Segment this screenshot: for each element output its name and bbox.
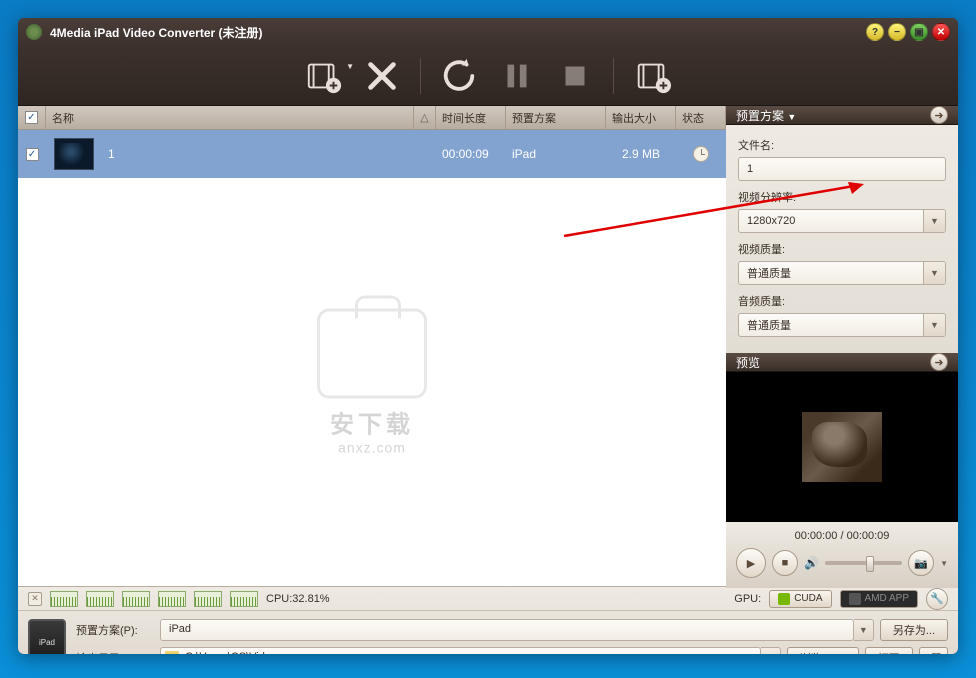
save-as-button[interactable]: 另存为...: [880, 619, 948, 641]
audio-quality-label: 音频质量:: [738, 293, 946, 309]
remove-button[interactable]: [362, 56, 402, 96]
bottom-area: ✕ CPU:32.81% GPU: CUDA AMD APP 🔧 iPad 预置…: [18, 586, 958, 654]
stop-preview-button[interactable]: ■: [772, 550, 798, 576]
play-button[interactable]: ▶: [736, 548, 766, 578]
row-duration: 00:00:09: [436, 147, 506, 161]
snapshot-button[interactable]: 📷: [908, 550, 934, 576]
preview-frame: [802, 412, 882, 482]
titlebar[interactable]: 4Media iPad Video Converter (未注册) ? − ▣ …: [18, 18, 958, 46]
gpu-settings-button[interactable]: 🔧: [926, 588, 948, 610]
cpu-graph: [230, 591, 258, 607]
preset-go-button[interactable]: ➜: [930, 106, 948, 124]
volume-icon[interactable]: 🔊: [804, 556, 819, 570]
gpu-label: GPU:: [734, 593, 761, 605]
row-preset: iPad: [506, 147, 606, 161]
preset-row-input[interactable]: iPad: [160, 619, 854, 641]
app-icon: [26, 24, 42, 40]
filename-input[interactable]: [738, 157, 946, 181]
chevron-down-icon[interactable]: ▼: [761, 647, 781, 654]
chevron-down-icon: ▼: [923, 314, 945, 336]
list-body[interactable]: 安下载 anxz.com: [18, 178, 726, 586]
list-header: ✓ 名称 △ 时间长度 预置方案 输出大小 状态: [18, 106, 726, 130]
stop-button[interactable]: [555, 56, 595, 96]
header-sort-icon[interactable]: △: [414, 106, 436, 129]
preview-area[interactable]: [726, 372, 958, 522]
convert-button[interactable]: [439, 56, 479, 96]
cpu-graph: [50, 591, 78, 607]
folder-icon: [165, 651, 179, 654]
header-name[interactable]: 名称: [46, 106, 414, 129]
cpu-row: ✕ CPU:32.81% GPU: CUDA AMD APP 🔧: [18, 587, 958, 611]
window-title: 4Media iPad Video Converter (未注册): [50, 24, 866, 41]
add-output-button[interactable]: [632, 56, 672, 96]
pause-button[interactable]: [497, 56, 537, 96]
cpu-close-icon[interactable]: ✕: [28, 592, 42, 606]
row-name: 1: [102, 147, 436, 161]
header-preset[interactable]: 预置方案: [506, 106, 606, 129]
export-button[interactable]: »🖫: [919, 647, 949, 654]
app-window: 4Media iPad Video Converter (未注册) ? − ▣ …: [18, 18, 958, 654]
add-file-button[interactable]: ▼: [304, 56, 344, 96]
pending-icon: [693, 146, 709, 162]
cpu-graph: [158, 591, 186, 607]
volume-slider[interactable]: [825, 561, 902, 565]
device-icon: iPad: [28, 619, 66, 654]
open-button[interactable]: 打开: [865, 647, 913, 654]
settings-row: iPad 预置方案(P): iPad ▼ 另存为... 输出目录(D): C:\…: [18, 611, 958, 654]
row-size: 2.9 MB: [606, 147, 676, 161]
row-checkbox[interactable]: ✓: [26, 148, 39, 161]
preset-panel-header[interactable]: 预置方案 ▼ ➜: [726, 106, 958, 125]
chevron-down-icon: ▼: [923, 262, 945, 284]
preview-go-button[interactable]: ➜: [930, 353, 948, 371]
right-pane: 预置方案 ▼ ➜ 文件名: 视频分辨率: 1280x720▼ 视频质量: 普通质…: [726, 106, 958, 586]
chevron-down-icon: ▼: [923, 210, 945, 232]
output-row-label: 输出目录(D):: [76, 650, 154, 654]
resolution-label: 视频分辨率:: [738, 189, 946, 205]
maximize-button[interactable]: ▣: [910, 23, 928, 41]
preview-panel-header[interactable]: 预览 ➜: [726, 353, 958, 372]
header-status[interactable]: 状态: [676, 106, 726, 129]
resolution-select[interactable]: 1280x720▼: [738, 209, 946, 233]
player-bar: 00:00:00 / 00:00:09 ▶ ■ 🔊 📷 ▼: [726, 522, 958, 588]
row-thumbnail: [54, 138, 94, 170]
watermark: 安下载 anxz.com: [317, 309, 427, 456]
cpu-label: CPU:32.81%: [266, 593, 330, 605]
output-path-input[interactable]: C:\Users\CS\Videos: [160, 647, 761, 654]
cpu-graph: [86, 591, 114, 607]
preset-panel-body: 文件名: 视频分辨率: 1280x720▼ 视频质量: 普通质量▼ 音频质量: …: [726, 125, 958, 353]
audio-quality-select[interactable]: 普通质量▼: [738, 313, 946, 337]
list-row[interactable]: ✓ 1 00:00:09 iPad 2.9 MB: [18, 130, 726, 178]
toolbar: ▼: [18, 46, 958, 106]
preset-row-label: 预置方案(P):: [76, 622, 154, 638]
header-check[interactable]: ✓: [18, 106, 46, 129]
header-duration[interactable]: 时间长度: [436, 106, 506, 129]
time-display: 00:00:00 / 00:00:09: [736, 530, 948, 542]
help-button[interactable]: ?: [866, 23, 884, 41]
file-list-pane: ✓ 名称 △ 时间长度 预置方案 输出大小 状态 ✓ 1 00:00:09 iP…: [18, 106, 726, 586]
snapshot-menu-icon[interactable]: ▼: [940, 559, 948, 568]
close-button[interactable]: ✕: [932, 23, 950, 41]
chevron-down-icon: ▼: [787, 112, 796, 122]
cpu-graph: [122, 591, 150, 607]
cuda-badge[interactable]: CUDA: [769, 590, 831, 608]
video-quality-label: 视频质量:: [738, 241, 946, 257]
cpu-graph: [194, 591, 222, 607]
header-size[interactable]: 输出大小: [606, 106, 676, 129]
minimize-button[interactable]: −: [888, 23, 906, 41]
video-quality-select[interactable]: 普通质量▼: [738, 261, 946, 285]
amd-badge[interactable]: AMD APP: [840, 590, 918, 608]
browse-button[interactable]: 浏览(B)...: [787, 647, 859, 654]
chevron-down-icon[interactable]: ▼: [854, 619, 874, 641]
filename-label: 文件名:: [738, 137, 946, 153]
